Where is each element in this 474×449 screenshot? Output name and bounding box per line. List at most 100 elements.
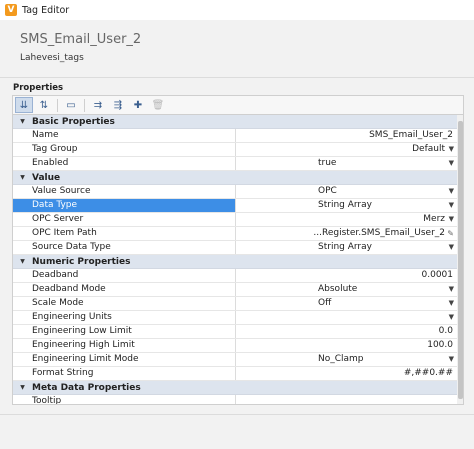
property-value[interactable]: ▼	[236, 311, 457, 324]
property-name: Data Type	[13, 199, 236, 212]
property-row[interactable]: Deadband Mode Absolute ▼	[13, 283, 457, 297]
category-row[interactable]: ▼ Numeric Properties	[13, 255, 457, 269]
property-row[interactable]: Engineering Low Limit 0.0	[13, 325, 457, 339]
property-value[interactable]: ...Register.SMS_Email_User_2 ✎	[236, 227, 457, 240]
dropdown-arrow-icon[interactable]: ▼	[449, 297, 454, 310]
property-value[interactable]: OPC ▼	[236, 185, 457, 198]
sort-categorized-icon[interactable]: ⇊	[15, 97, 33, 113]
tag-path: Lahevesi_tags	[20, 53, 84, 63]
property-value[interactable]: #,##0.##	[236, 367, 457, 380]
header-divider	[0, 77, 474, 78]
property-pages-icon[interactable]: ▭	[62, 97, 80, 113]
property-name: Deadband	[13, 269, 236, 282]
property-value[interactable]: Off ▼	[236, 297, 457, 310]
property-value-text: SMS_Email_User_2	[369, 130, 453, 140]
property-row[interactable]: Engineering Units ▼	[13, 311, 457, 325]
property-row[interactable]: OPC Item Path ...Register.SMS_Email_User_…	[13, 227, 457, 241]
property-name: Tag Group	[13, 143, 236, 156]
property-row[interactable]: Engineering High Limit 100.0	[13, 339, 457, 353]
property-value[interactable]: 0.0001	[236, 269, 457, 282]
dropdown-arrow-icon[interactable]: ▼	[449, 157, 454, 170]
property-row[interactable]: Name SMS_Email_User_2	[13, 129, 457, 143]
property-grid[interactable]: ▼ Basic Properties Name SMS_Email_User_2 Tag…	[12, 115, 464, 405]
property-value-text: String Array	[318, 242, 372, 252]
property-value-text: No_Clamp	[318, 354, 364, 364]
property-value-text: #,##0.##	[403, 368, 453, 378]
collapse-triangle-icon[interactable]: ▼	[13, 258, 32, 265]
property-value[interactable]: String Array ▼	[236, 199, 457, 212]
category-row[interactable]: ▼ Value	[13, 171, 457, 185]
property-name: Scale Mode	[13, 297, 236, 310]
dropdown-arrow-icon[interactable]: ▼	[449, 213, 454, 226]
tag-header: SMS_Email_User_2 Lahevesi_tags	[0, 20, 474, 78]
property-row[interactable]: Value Source OPC ▼	[13, 185, 457, 199]
property-name: Engineering Low Limit	[13, 325, 236, 338]
property-row[interactable]: Deadband 0.0001	[13, 269, 457, 283]
collapse-triangle-icon[interactable]: ▼	[13, 174, 32, 181]
property-value-text: 0.0001	[421, 270, 454, 280]
property-value[interactable]: SMS_Email_User_2	[236, 129, 457, 142]
property-value[interactable]: 100.0	[236, 339, 457, 352]
property-name: Tooltip	[13, 395, 236, 404]
property-value-text: 0.0	[438, 326, 453, 336]
window-title: Tag Editor	[22, 4, 70, 16]
dropdown-arrow-icon[interactable]: ▼	[449, 311, 454, 324]
property-value-text: Absolute	[318, 284, 358, 294]
dropdown-arrow-icon[interactable]: ▼	[449, 283, 454, 296]
property-value-text: Merz	[423, 214, 445, 224]
dropdown-arrow-icon[interactable]: ▼	[449, 353, 454, 366]
property-name: OPC Server	[13, 213, 236, 226]
property-row[interactable]: Scale Mode Off ▼	[13, 297, 457, 311]
property-value-text: 100.0	[427, 340, 453, 350]
category-label: Value	[32, 172, 61, 183]
property-value-text: true	[318, 158, 337, 168]
property-value[interactable]: Absolute ▼	[236, 283, 457, 296]
scrollbar-thumb[interactable]	[458, 121, 463, 399]
property-name: Enabled	[13, 157, 236, 170]
property-row[interactable]: Data Type String Array ▼	[13, 199, 457, 213]
property-value-text: String Array	[318, 200, 372, 210]
property-name: Value Source	[13, 185, 236, 198]
toolbar-separator	[57, 98, 58, 112]
collapse-triangle-icon[interactable]: ▼	[13, 118, 32, 125]
property-value[interactable]: No_Clamp ▼	[236, 353, 457, 366]
property-row[interactable]: Tooltip	[13, 395, 457, 404]
add-property-icon[interactable]: ✚	[129, 97, 147, 113]
collapse-triangle-icon[interactable]: ▼	[13, 384, 32, 391]
property-value-text: Default	[412, 144, 445, 154]
property-value[interactable]: Default ▼	[236, 143, 457, 156]
delete-icon[interactable]: 🗑	[149, 97, 167, 113]
category-label: Basic Properties	[32, 116, 115, 127]
properties-toolbar: ⇊ ⇅ ▭ ⇉ ⇶ ✚ 🗑	[12, 95, 464, 115]
dropdown-arrow-icon[interactable]: ▼	[449, 143, 454, 156]
property-value[interactable]	[236, 395, 457, 404]
property-value[interactable]: true ▼	[236, 157, 457, 170]
property-row[interactable]: Engineering Limit Mode No_Clamp ▼	[13, 353, 457, 367]
pencil-edit-icon[interactable]: ✎	[447, 227, 454, 240]
property-row[interactable]: Format String #,##0.##	[13, 367, 457, 381]
category-row[interactable]: ▼ Meta Data Properties	[13, 381, 457, 395]
collapse-all-icon[interactable]: ⇶	[109, 97, 127, 113]
property-value-text: OPC	[318, 186, 337, 196]
property-row[interactable]: OPC Server Merz ▼	[13, 213, 457, 227]
dropdown-arrow-icon[interactable]: ▼	[449, 241, 454, 254]
grid-scrollbar[interactable]	[457, 115, 463, 404]
expand-all-icon[interactable]: ⇉	[89, 97, 107, 113]
title-bar: V Tag Editor	[0, 0, 474, 20]
property-name: Format String	[13, 367, 236, 380]
footer-divider	[0, 414, 474, 415]
property-row[interactable]: Source Data Type String Array ▼	[13, 241, 457, 255]
property-row[interactable]: Enabled true ▼	[13, 157, 457, 171]
property-value[interactable]: String Array ▼	[236, 241, 457, 254]
category-row[interactable]: ▼ Basic Properties	[13, 115, 457, 129]
property-name: Name	[13, 129, 236, 142]
property-name: Engineering Limit Mode	[13, 353, 236, 366]
dropdown-arrow-icon[interactable]: ▼	[449, 199, 454, 212]
dropdown-arrow-icon[interactable]: ▼	[449, 185, 454, 198]
property-value[interactable]: Merz ▼	[236, 213, 457, 226]
tag-name-title: SMS_Email_User_2	[20, 32, 142, 47]
sort-alphabetical-icon[interactable]: ⇅	[35, 97, 53, 113]
property-row[interactable]: Tag Group Default ▼	[13, 143, 457, 157]
property-value[interactable]: 0.0	[236, 325, 457, 338]
toolbar-separator	[84, 98, 85, 112]
